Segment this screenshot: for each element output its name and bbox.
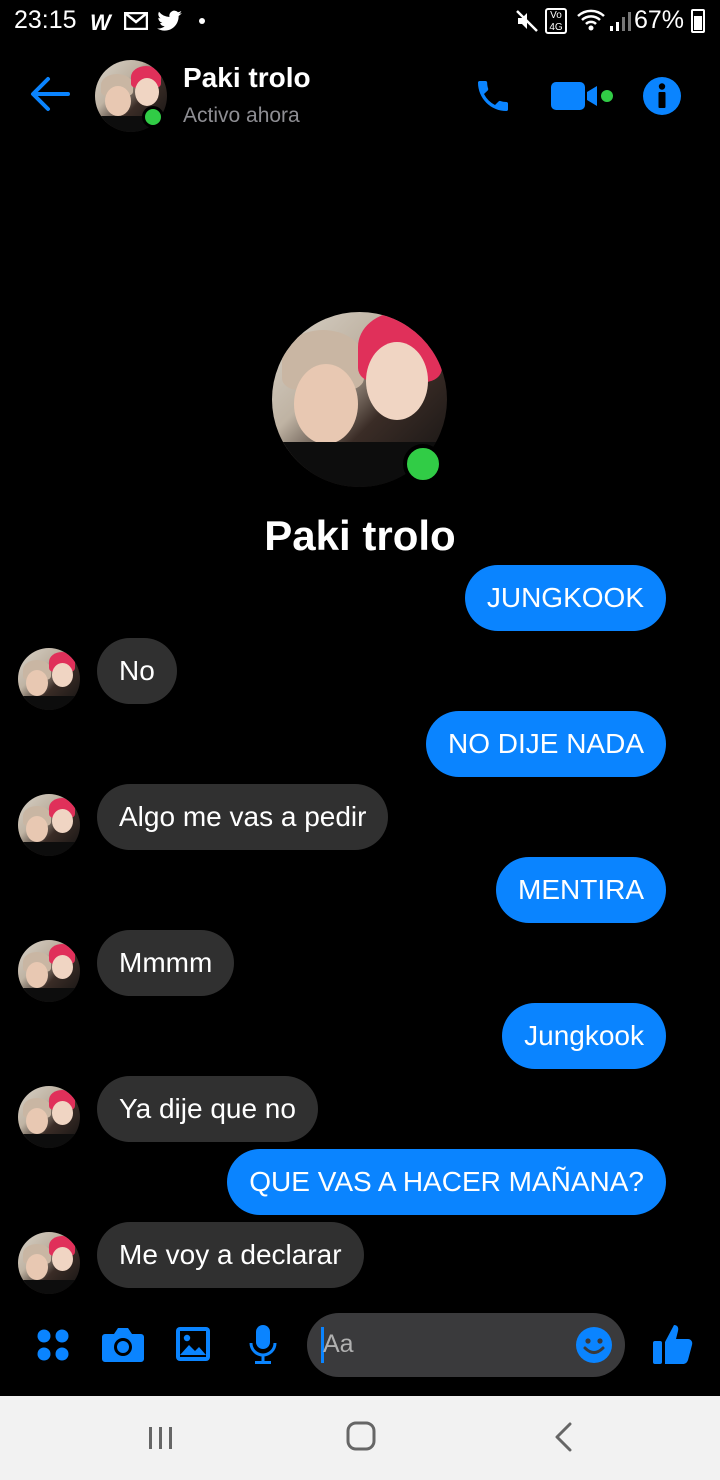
status-bar: 23:15 W Vo 4G 67% — [0, 0, 720, 44]
online-indicator — [142, 106, 164, 128]
message-bubble-outgoing[interactable]: JUNGKOOK — [464, 565, 666, 631]
message-bubble-outgoing[interactable]: Jungkook — [502, 1003, 666, 1069]
sender-avatar[interactable] — [18, 648, 80, 710]
sender-avatar[interactable] — [18, 940, 80, 1002]
gallery-icon[interactable] — [175, 1326, 211, 1367]
message-bubble-outgoing[interactable]: NO DIJE NADA — [425, 711, 666, 777]
contact-name[interactable]: Paki trolo — [183, 62, 311, 94]
system-nav-bar — [0, 1396, 720, 1480]
profile-online-indicator — [403, 444, 443, 484]
message-bubble-incoming[interactable]: Mmmm — [97, 930, 235, 996]
like-thumbs-up-icon[interactable] — [652, 1322, 694, 1371]
battery-icon — [691, 9, 705, 33]
status-time: 23:15 — [14, 6, 77, 34]
twitter-icon — [157, 10, 183, 37]
info-icon[interactable] — [642, 76, 682, 121]
volte-icon: Vo 4G — [545, 8, 567, 34]
back-arrow-icon[interactable] — [28, 76, 70, 117]
webtoon-icon: W — [90, 10, 111, 35]
message-bubble-incoming[interactable]: Algo me vas a pedir — [97, 784, 389, 850]
message-bubble-incoming[interactable]: No — [97, 638, 177, 704]
message-bubble-incoming[interactable]: Me voy a declarar — [97, 1222, 364, 1288]
message-bubble-outgoing[interactable]: MENTIRA — [496, 857, 666, 923]
wifi-icon — [576, 8, 606, 37]
video-call-icon[interactable] — [551, 80, 615, 117]
battery-percent: 67% — [633, 6, 684, 34]
composer-bar: Aa — [0, 1300, 720, 1396]
sender-avatar[interactable] — [18, 1086, 80, 1148]
recent-apps-icon[interactable] — [146, 1424, 176, 1457]
signal-icon — [608, 10, 632, 37]
profile-name: Paki trolo — [264, 512, 456, 559]
sender-avatar[interactable] — [18, 1232, 80, 1294]
conversation-header: Paki trolo Activo ahora — [0, 44, 720, 148]
microphone-icon[interactable] — [248, 1324, 278, 1371]
sender-avatar[interactable] — [18, 794, 80, 856]
message-bubble-incoming[interactable]: Ya dije que no — [97, 1076, 318, 1142]
back-icon[interactable] — [552, 1422, 576, 1457]
more-actions-icon[interactable] — [36, 1328, 70, 1367]
contact-status: Activo ahora — [183, 104, 300, 127]
notification-dot — [199, 18, 205, 24]
home-icon[interactable] — [345, 1420, 377, 1457]
message-input[interactable]: Aa — [307, 1313, 625, 1377]
message-bubble-outgoing[interactable]: QUE VAS A HACER MAÑANA? — [227, 1149, 666, 1215]
message-input-placeholder: Aa — [323, 1330, 354, 1358]
phone-call-icon[interactable] — [473, 76, 513, 121]
gmail-icon — [123, 11, 149, 35]
mute-icon — [515, 9, 539, 38]
emoji-icon[interactable] — [575, 1326, 613, 1369]
camera-icon[interactable] — [101, 1326, 145, 1369]
